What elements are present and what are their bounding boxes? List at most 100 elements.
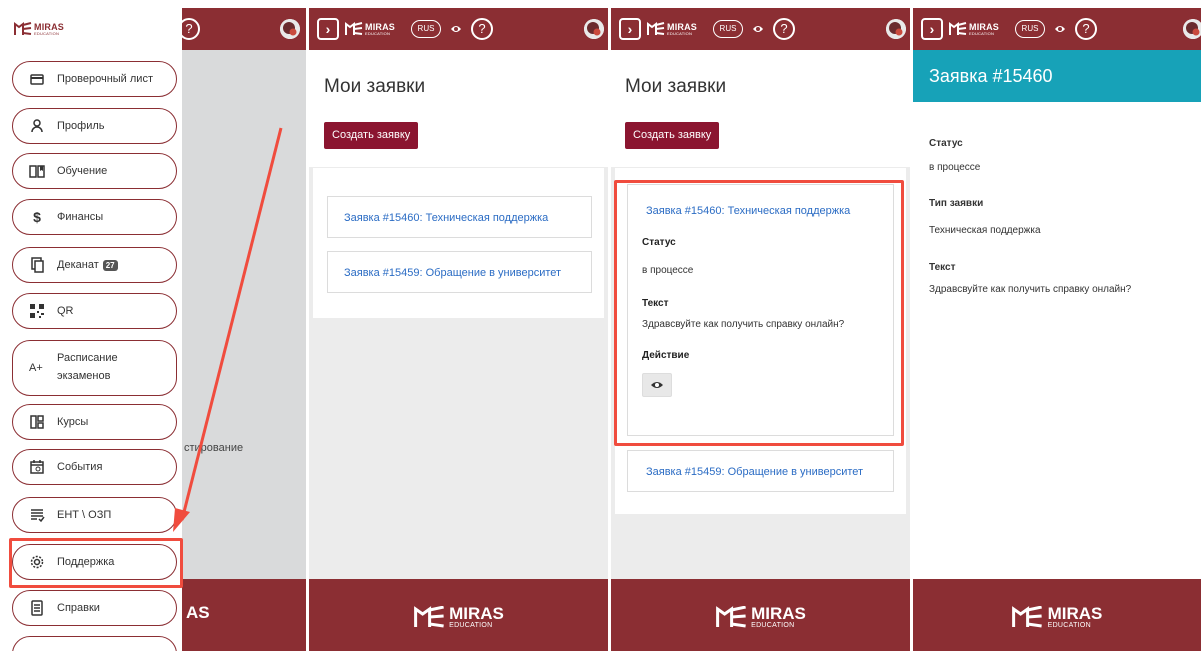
status-value: в процессе	[929, 162, 981, 173]
card-icon	[29, 71, 45, 87]
user-avatar-icon[interactable]	[886, 19, 906, 39]
brand-sub: EDUCATION	[667, 30, 693, 36]
menu-toggle-icon[interactable]: ›	[619, 18, 641, 40]
page-title: Мои заявки	[625, 76, 727, 97]
menu-toggle-icon[interactable]: ›	[921, 18, 943, 40]
request-header: Заявка #15460	[913, 50, 1201, 102]
brand-sub: EDUCATION	[1047, 622, 1092, 629]
sidebar-item-ent-ozp[interactable]: ЕНТ \ ОЗП	[12, 497, 177, 533]
help-icon[interactable]: ?	[471, 18, 493, 40]
title-card: Мои заявки Создать заявку	[309, 50, 608, 167]
brand-sub: EDUCATION	[969, 30, 995, 36]
request-item[interactable]: Заявка #15459: Обращение в университет	[627, 450, 894, 492]
sidebar-item-finance[interactable]: $ Финансы	[12, 199, 177, 235]
highlight-frame-support	[9, 538, 183, 588]
ghost-item-text: стирование	[184, 442, 244, 454]
user-avatar-icon[interactable]	[1183, 19, 1201, 39]
sidebar-item-courses[interactable]: Курсы	[12, 404, 177, 440]
page-content: Мои заявки Создать заявку Заявка #15460:…	[309, 50, 608, 579]
checklist-icon	[29, 507, 45, 523]
sidebar-item-checklist[interactable]: Проверочный лист	[12, 61, 177, 97]
panel-request-detail: › MIRAS EDUCATION RUS ? Статус в процессе…	[913, 8, 1201, 651]
sidebar-header: MIRAS EDUCATION	[6, 8, 182, 50]
user-avatar-icon[interactable]	[280, 19, 300, 39]
brand-word: MIRAS	[1047, 604, 1103, 623]
sidebar-item-label: Курсы	[57, 416, 89, 428]
top-bar: › MIRAS EDUCATION RUS ?	[913, 8, 1201, 50]
request-link[interactable]: Заявка #15459: Обращение в университет	[344, 267, 561, 279]
language-selector[interactable]: RUS	[411, 20, 441, 38]
sidebar-item-label: Расписание экзаменов	[57, 352, 118, 382]
footer-logo-fragment: AS	[186, 603, 210, 622]
sidebar-item-label: QR	[57, 305, 74, 317]
book-icon	[29, 163, 45, 179]
language-selector[interactable]: RUS	[713, 20, 743, 38]
sidebar-item-qr[interactable]: QR	[12, 293, 177, 329]
document-icon	[29, 600, 45, 616]
request-link[interactable]: Заявка #15459: Обращение в университет	[646, 466, 863, 478]
page-title: Мои заявки	[324, 76, 426, 97]
eye-icon[interactable]	[752, 23, 764, 35]
sidebar-item-label: Профиль	[57, 120, 105, 132]
text-label: Текст	[929, 262, 956, 273]
brand-word: MIRAS	[751, 604, 806, 623]
eye-icon[interactable]	[450, 23, 462, 35]
user-avatar-icon[interactable]	[584, 19, 604, 39]
sidebar-item-profile[interactable]: Профиль	[12, 108, 177, 144]
grid-icon	[29, 414, 45, 430]
text-value: Здравсвуйте как получить справку онлайн?	[929, 284, 1132, 295]
miras-logo-icon	[345, 22, 363, 36]
create-request-button[interactable]: Создать заявку	[625, 122, 720, 149]
brand-logo[interactable]: MIRAS EDUCATION	[647, 22, 697, 36]
language-selector[interactable]: RUS	[1015, 20, 1045, 38]
title-card: Мои заявки Создать заявку	[611, 50, 910, 167]
footer-bar: MIRAS EDUCATION	[611, 579, 910, 651]
sidebar-item-label: Проверочный лист	[57, 73, 153, 85]
menu-toggle-icon[interactable]: ›	[317, 18, 339, 40]
highlight-frame-request	[614, 180, 904, 446]
brand-sub: EDUCATION	[751, 622, 795, 629]
miras-logo-icon	[14, 22, 32, 36]
eye-icon[interactable]	[1054, 23, 1066, 35]
help-icon[interactable]: ?	[773, 18, 795, 40]
sidebar-item-label: Финансы	[57, 211, 104, 223]
sidebar-item-learning[interactable]: Обучение	[12, 153, 177, 189]
top-bar: › MIRAS EDUCATION RUS ?	[611, 8, 910, 50]
miras-logo-icon	[647, 22, 665, 36]
brand-sub: EDUCATION	[365, 30, 391, 36]
sidebar-item-label: ЕНТ \ ОЗП	[57, 509, 112, 521]
miras-logo-icon	[1012, 606, 1044, 628]
request-item[interactable]: Заявка #15459: Обращение в университет	[327, 251, 592, 293]
status-label: Статус	[929, 138, 963, 149]
help-icon[interactable]: ?	[1075, 18, 1097, 40]
request-item[interactable]: Заявка #15460: Техническая поддержка	[327, 196, 592, 238]
sidebar-item-label: Обучение	[57, 165, 108, 177]
brand-logo[interactable]: MIRAS EDUCATION	[14, 22, 64, 36]
miras-logo-icon	[715, 606, 747, 628]
top-bar: › MIRAS EDUCATION RUS ?	[309, 8, 608, 50]
type-value: Техническая поддержка	[929, 225, 1041, 236]
footer-bar: MIRAS EDUCATION	[913, 579, 1201, 651]
sidebar-item-partial[interactable]	[12, 636, 177, 651]
sidebar-item-deanery[interactable]: Деканат 27	[12, 247, 177, 283]
notification-badge: 27	[102, 259, 118, 271]
create-request-button[interactable]: Создать заявку	[324, 122, 419, 149]
brand-logo[interactable]: MIRAS EDUCATION	[949, 22, 999, 36]
copy-icon	[29, 257, 45, 273]
request-link[interactable]: Заявка #15460: Техническая поддержка	[344, 212, 548, 224]
qr-icon	[29, 303, 45, 319]
dollar-icon: $	[33, 209, 41, 225]
sidebar-item-label: Деканат	[57, 259, 99, 271]
brand-word: MIRAS	[449, 604, 504, 623]
footer-logo: MIRAS EDUCATION	[1012, 604, 1103, 629]
footer-logo: MIRAS EDUCATION	[413, 605, 504, 629]
sidebar-item-exam-schedule[interactable]: A+ Расписание экзаменов	[12, 340, 177, 396]
sidebar-item-certificates[interactable]: Справки	[12, 590, 177, 626]
brand-logo[interactable]: MIRAS EDUCATION	[345, 22, 395, 36]
user-icon	[29, 118, 45, 134]
panel-requests-list: › MIRAS EDUCATION RUS ? Мои заявки Создат…	[309, 8, 608, 651]
sidebar-item-label: События	[57, 461, 103, 473]
page-content: Статус в процессе Тип заявки Техническая…	[913, 50, 1201, 579]
sidebar-item-events[interactable]: События	[12, 449, 177, 485]
footer-logo: MIRAS EDUCATION	[715, 605, 806, 629]
